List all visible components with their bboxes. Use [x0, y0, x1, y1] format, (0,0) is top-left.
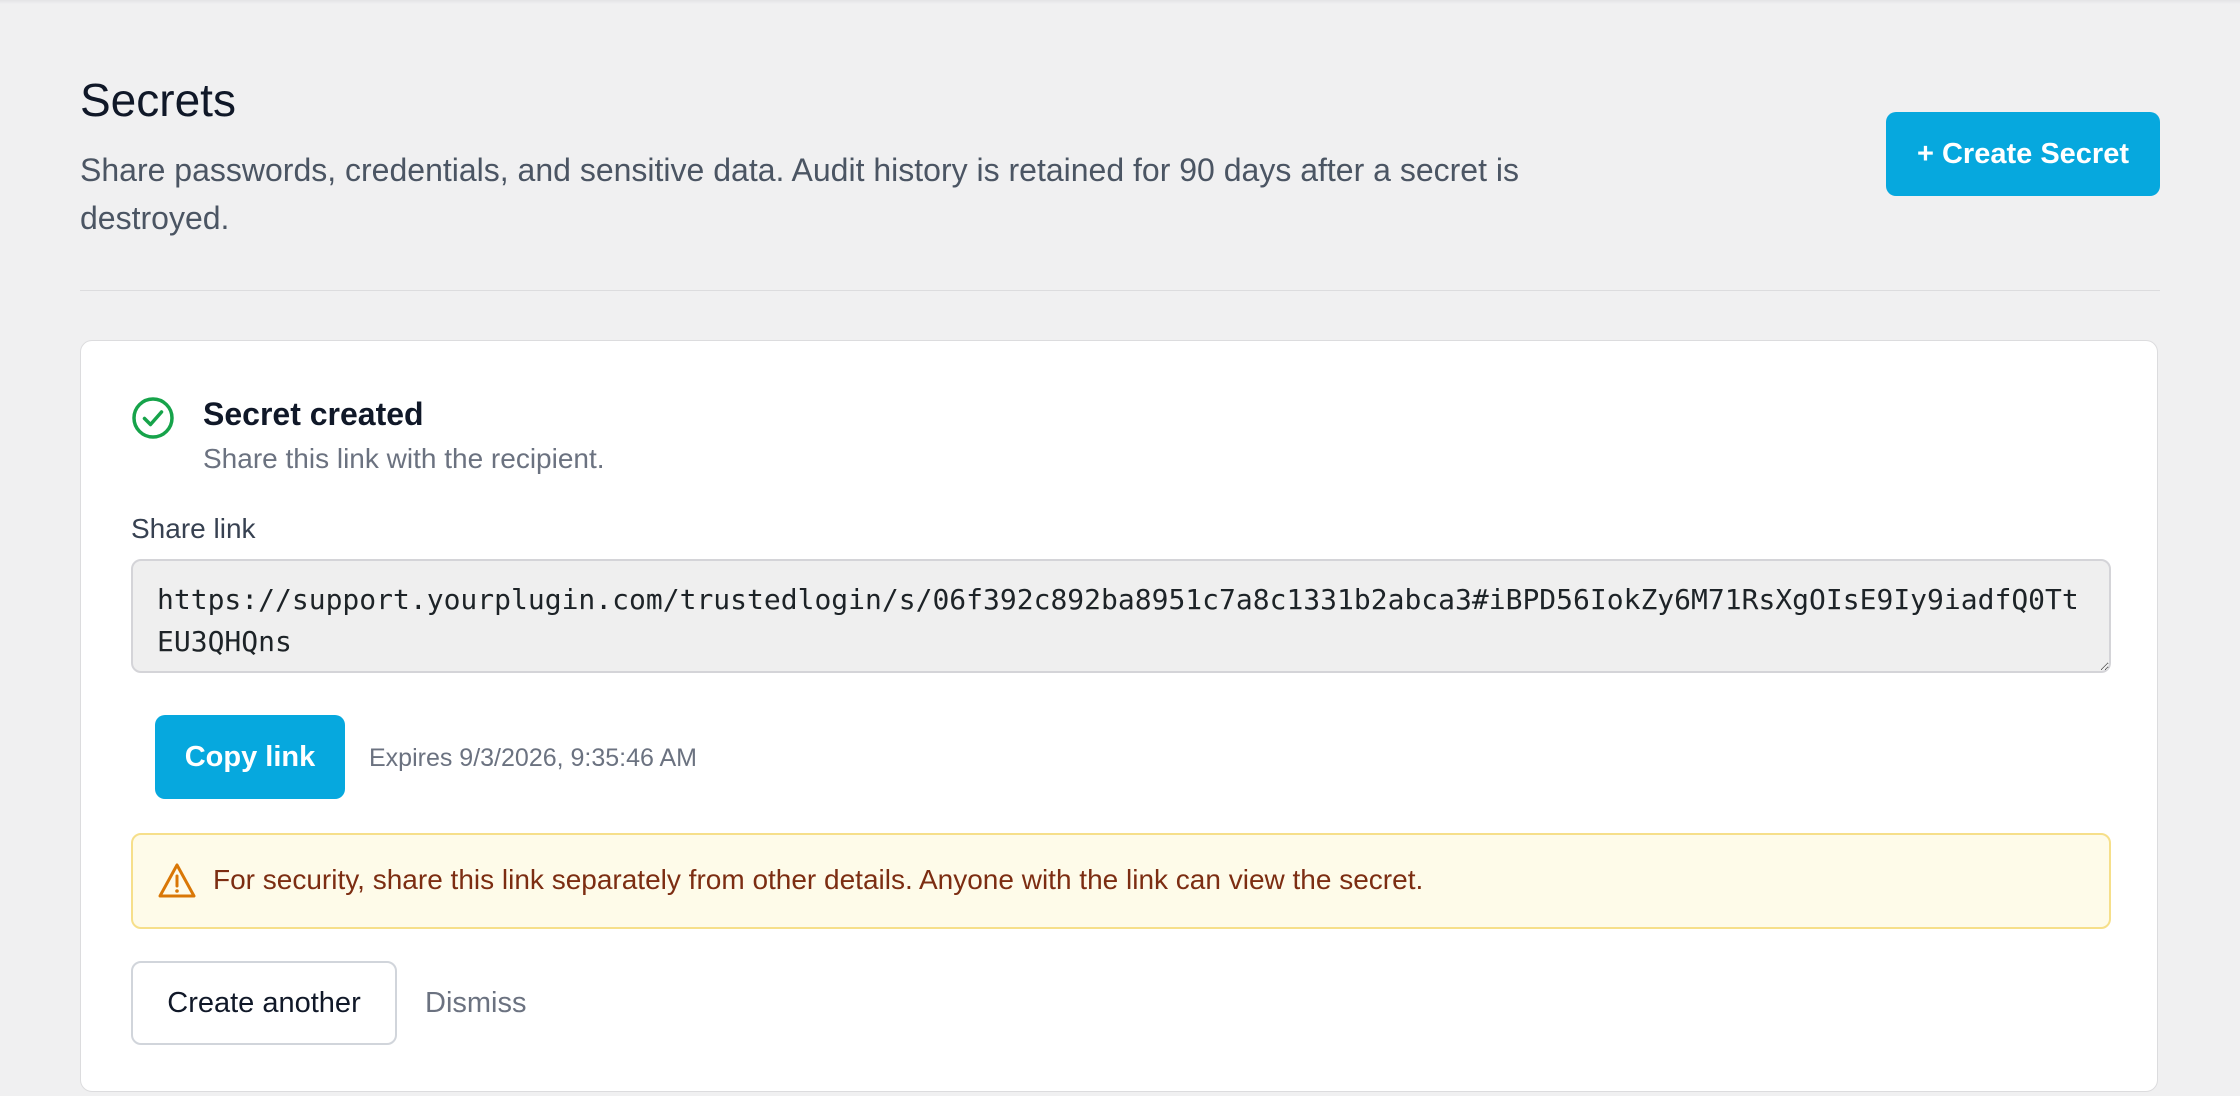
security-warning: For security, share this link separately…: [131, 833, 2111, 929]
page-description: Share passwords, credentials, and sensit…: [80, 152, 1519, 236]
create-secret-button[interactable]: + Create Secret: [1886, 112, 2160, 196]
share-link-field[interactable]: https://support.yourplugin.com/trustedlo…: [131, 559, 2111, 673]
success-title: Secret created: [203, 396, 424, 432]
copy-link-button[interactable]: Copy link: [155, 715, 345, 799]
create-another-button[interactable]: Create another: [131, 961, 397, 1045]
share-link-label: Share link: [131, 513, 256, 544]
dismiss-button[interactable]: Dismiss: [419, 961, 533, 1045]
page-header: Secrets Share passwords, credentials, an…: [80, 0, 2160, 291]
warning-text: For security, share this link separately…: [213, 864, 1424, 895]
success-subtitle: Share this link with the recipient.: [203, 443, 605, 474]
page-title: Secrets: [80, 74, 236, 126]
check-circle-icon: [132, 397, 174, 439]
secrets-page: Secrets Share passwords, credentials, an…: [80, 0, 2160, 1092]
secret-created-card: Secret created Share this link with the …: [80, 340, 2158, 1092]
expiry-text: Expires 9/3/2026, 9:35:46 AM: [369, 744, 697, 772]
warning-triangle-icon: [158, 863, 196, 898]
